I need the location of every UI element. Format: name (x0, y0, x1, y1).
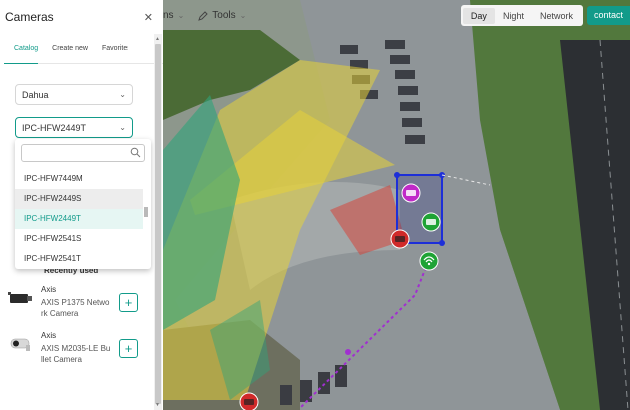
camera-model: AXIS M2035-LE Bullet Camera (41, 344, 111, 364)
brand-select-value: Dahua (22, 89, 49, 100)
map-toolbar-right: Day Night Network contact (460, 5, 630, 26)
cable-node (345, 349, 351, 355)
contact-button[interactable]: contact (586, 6, 630, 25)
box-camera-icon (8, 292, 32, 303)
recent-camera-item[interactable]: Axis AXIS P1375 Network Camera + (8, 285, 143, 333)
model-option[interactable]: IPC-HFW7449M (15, 169, 143, 189)
dropdown-scrollbar[interactable] (144, 161, 148, 261)
close-icon[interactable]: ✕ (144, 11, 153, 24)
model-option[interactable]: IPC-HFW2449S (15, 189, 143, 209)
cameras-panel: Cameras ✕ Catalog Create new Favorites D… (0, 0, 163, 410)
tab-create-new[interactable]: Create new (52, 34, 88, 64)
panel-tabs: Catalog Create new Favorites (4, 34, 163, 64)
camera-pin-magenta[interactable] (401, 183, 421, 203)
scroll-up-icon[interactable]: ▲ (155, 36, 160, 42)
map-toolbar: ns ⌄ Tools ⌄ (163, 5, 246, 26)
chevron-down-icon: ⌄ (119, 90, 126, 99)
chevron-down-icon: ⌄ (239, 11, 247, 20)
model-options-list: IPC-HFW7449M IPC-HFW2449S IPC-HFW2449T I… (15, 169, 143, 269)
model-option[interactable]: IPC-HFW2541S (15, 229, 143, 249)
scroll-down-icon[interactable]: ▼ (155, 402, 160, 408)
camera-pin-green[interactable] (421, 212, 441, 232)
mode-night-button[interactable]: Night (495, 8, 532, 24)
pencil-icon (198, 10, 208, 21)
panel-scroll-thumb[interactable] (155, 44, 161, 404)
dropdown-scroll-thumb[interactable] (144, 207, 148, 217)
panel-header: Cameras ✕ (0, 0, 163, 34)
partial-tool-label: ns (163, 10, 174, 21)
panel-title: Cameras (5, 10, 54, 24)
add-camera-button[interactable]: + (119, 293, 138, 312)
recent-camera-item[interactable]: Axis AXIS M2035-LE Bullet Camera + (8, 331, 143, 379)
mode-network-button[interactable]: Network (532, 8, 581, 24)
chevron-down-icon: ⌄ (119, 123, 126, 132)
panel-scrollbar[interactable]: ▲ ▼ (154, 34, 162, 410)
time-mode-switch: Day Night Network (460, 5, 583, 26)
search-icon (130, 147, 141, 158)
chevron-down-icon: ⌄ (177, 11, 185, 20)
tab-favorites[interactable]: Favorites (102, 34, 128, 64)
camera-pin-red[interactable] (390, 229, 410, 249)
mode-day-button[interactable]: Day (462, 7, 495, 24)
model-option[interactable]: IPC-HFW2541T (15, 249, 143, 269)
camera-pin-red-bottom[interactable] (239, 392, 259, 410)
tab-catalog[interactable]: Catalog (4, 34, 39, 64)
tools-label: Tools (212, 10, 236, 21)
model-select[interactable]: IPC-HFW2449T ⌄ (15, 117, 133, 138)
add-camera-button[interactable]: + (119, 339, 138, 358)
model-dropdown: IPC-HFW7449M IPC-HFW2449S IPC-HFW2449T I… (15, 139, 151, 269)
tools-menu[interactable]: Tools ⌄ (198, 10, 246, 21)
model-search-input[interactable] (21, 144, 145, 162)
wifi-pin-green[interactable] (419, 251, 439, 271)
camera-brand: Axis (41, 331, 57, 340)
bullet-camera-icon (10, 338, 30, 351)
camera-model: AXIS P1375 Network Camera (41, 298, 110, 318)
model-option-selected[interactable]: IPC-HFW2449T (15, 209, 143, 229)
partial-tool[interactable]: ns ⌄ (163, 10, 184, 21)
model-select-value: IPC-HFW2449T (22, 122, 87, 133)
brand-select[interactable]: Dahua ⌄ (15, 84, 133, 105)
camera-brand: Axis (41, 285, 57, 294)
